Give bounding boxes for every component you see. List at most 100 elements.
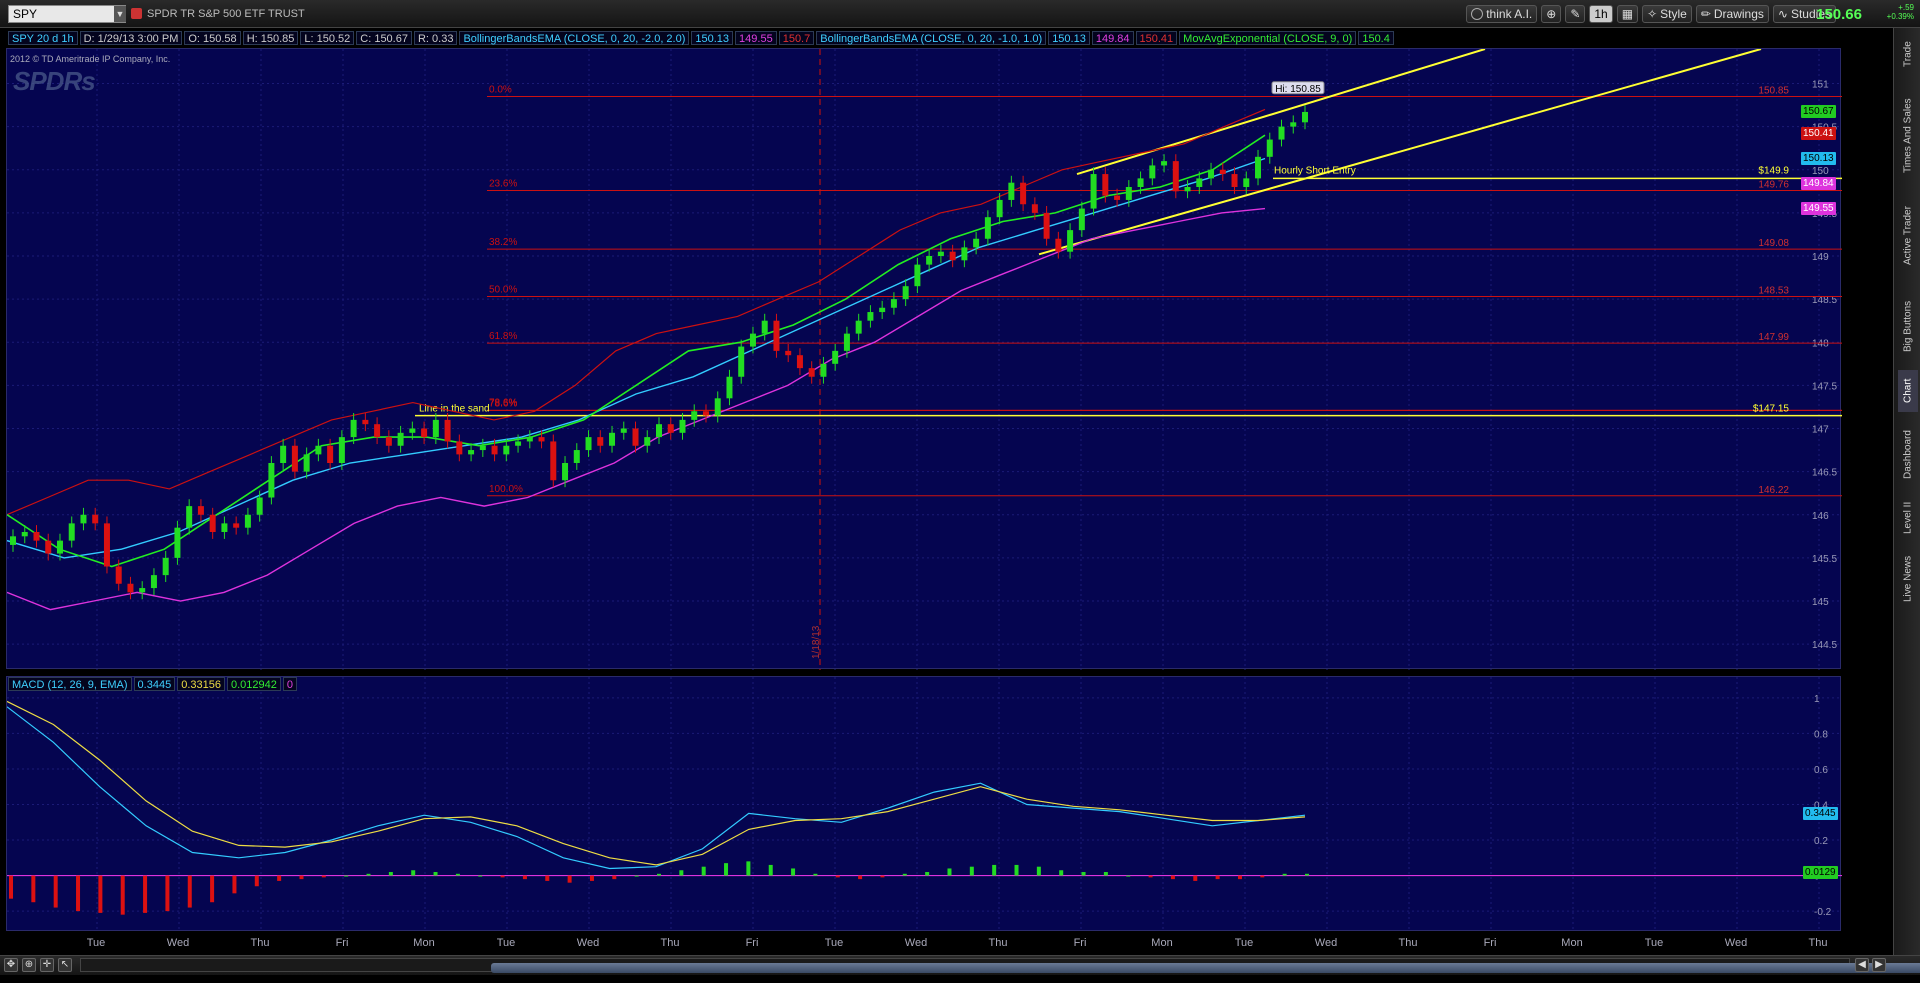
fib-level-label: 23.6%: [489, 178, 517, 189]
candle-body: [632, 428, 639, 446]
candle-body: [362, 419, 369, 425]
crosshair-icon[interactable]: ✛: [40, 958, 54, 972]
macd-histogram-bar: [701, 866, 706, 876]
price-chart[interactable]: 144.5 145 145.5 146 146.5 147 147.5 148 148.5 149…: [7, 49, 1842, 670]
y-tick-label: 147: [1812, 425, 1829, 436]
fib-price-label: 149.08: [1758, 238, 1789, 249]
think-ai-button[interactable]: think A.I.: [1466, 5, 1538, 23]
candle-body: [1278, 126, 1285, 140]
fib-level-label: 100.0%: [489, 484, 523, 495]
candle-body: [538, 437, 545, 442]
y-tick-label: 147.5: [1812, 381, 1837, 392]
x-day-label: Fri: [1074, 937, 1087, 949]
macd-histogram-bar: [1193, 875, 1198, 881]
macd-histogram-bar: [31, 875, 36, 903]
macd-histogram-bar: [567, 875, 572, 883]
macd-histogram-bar: [768, 864, 773, 876]
candle-body: [409, 428, 416, 433]
tab-trade[interactable]: Trade: [1898, 34, 1918, 74]
macd-histogram-bar: [210, 875, 215, 903]
settings-tool-button[interactable]: ✎: [1565, 5, 1586, 23]
candle-body: [385, 437, 392, 446]
right-side-tabs: Trade Times And Sales Active Trader Big …: [1893, 28, 1920, 955]
crosshair-tool-button[interactable]: ⊕: [1541, 5, 1562, 23]
macd-histogram-bar: [433, 872, 438, 876]
pan-tool-icon[interactable]: ✥: [4, 958, 18, 972]
candle-body: [1231, 174, 1238, 187]
tab-live-news[interactable]: Live News: [1898, 548, 1918, 610]
bb2-study-label[interactable]: BollingerBandsEMA (CLOSE, 0, 20, -1.0, 1…: [816, 31, 1047, 45]
x-day-label: Fri: [1484, 937, 1497, 949]
macd-study-label[interactable]: MACD (12, 26, 9, EMA): [8, 677, 132, 691]
scroll-thumb[interactable]: [491, 963, 1920, 973]
x-day-label: Mon: [1151, 937, 1172, 949]
candle-body: [902, 286, 909, 300]
candle-body: [197, 506, 204, 515]
macd-histogram-bar: [53, 875, 58, 908]
price-chart-panel[interactable]: 144.5 145 145.5 146 146.5 147 147.5 148 148.5 149…: [6, 48, 1842, 670]
tab-big-buttons[interactable]: Big Buttons: [1898, 286, 1918, 366]
macd-histogram-bar: [232, 875, 237, 894]
tab-level-ii[interactable]: Level II: [1898, 492, 1918, 544]
tab-chart[interactable]: Chart: [1898, 370, 1918, 412]
bar-range: R: 0.33: [413, 31, 458, 45]
candle-body: [1125, 187, 1132, 200]
candle-body: [949, 251, 956, 261]
macd-histogram-bar: [1014, 864, 1019, 876]
pointer-icon[interactable]: ↖: [58, 958, 72, 972]
studies-icon: ∿: [1777, 7, 1788, 21]
macd-histogram-bar: [724, 863, 729, 876]
macd-y-tick: -0.2: [1814, 907, 1832, 918]
symbol-settings-icon[interactable]: [131, 8, 142, 19]
tab-times-and-sales[interactable]: Times And Sales: [1898, 86, 1918, 186]
horizontal-scrollbar[interactable]: [80, 958, 1920, 973]
candle-body: [103, 523, 110, 567]
ema-study-label[interactable]: MovAvgExponential (CLOSE, 9, 0): [1179, 31, 1357, 45]
bottom-toolbar: ✥ ⊕ ✛ ↖ ◀ ▶: [0, 955, 1920, 975]
price-axis-tag: 150.67: [1801, 104, 1836, 118]
drawings-button[interactable]: ✏ Drawings: [1695, 5, 1769, 23]
high-label: Hi: 150.85: [1275, 84, 1321, 95]
candle-body: [327, 445, 334, 463]
scroll-left-icon[interactable]: ◀: [1855, 958, 1869, 972]
macd-histogram-bar: [858, 875, 863, 880]
period-label[interactable]: SPY 20 d 1h: [8, 31, 78, 45]
tab-dashboard[interactable]: Dashboard: [1898, 421, 1918, 489]
x-day-label: Fri: [336, 937, 349, 949]
candle-body: [1055, 238, 1062, 252]
y-tick-label: 151: [1812, 80, 1829, 91]
macd-panel[interactable]: -0.200.20.40.60.81 0.34450.0129: [6, 676, 1842, 932]
scroll-right-icon[interactable]: ▶: [1872, 958, 1886, 972]
macd-histogram-bar: [1103, 872, 1108, 876]
candle-body: [468, 450, 475, 455]
tab-active-trader[interactable]: Active Trader: [1898, 190, 1918, 282]
macd-histogram-bar: [1126, 875, 1131, 877]
bb1-study-label[interactable]: BollingerBandsEMA (CLOSE, 0, 20, -2.0, 2…: [459, 31, 690, 45]
macd-histogram-bar: [969, 866, 974, 876]
bb-mid-line: [7, 157, 1266, 559]
drawings-label: Drawings: [1713, 7, 1764, 21]
zoom-tool-icon[interactable]: ⊕: [22, 958, 36, 972]
fib-price-label: 148.53: [1758, 286, 1789, 297]
candle-body: [1302, 111, 1308, 123]
hourly-short-price: $149.9: [1758, 165, 1789, 176]
candle-body: [879, 307, 886, 313]
macd-chart-svg: -0.200.20.40.60.81: [7, 677, 1842, 932]
candle-body: [21, 532, 28, 537]
line-in-sand-price: $147.15: [1753, 404, 1790, 415]
style-button[interactable]: ✧ Style: [1642, 5, 1692, 23]
timeframe-button[interactable]: 1h: [1589, 5, 1613, 23]
grid-icon-button[interactable]: ▦: [1616, 5, 1639, 23]
candle-body: [926, 256, 933, 265]
candle-body: [33, 532, 40, 541]
candle-body: [1196, 178, 1203, 187]
candle-body: [726, 376, 733, 399]
symbol-dropdown-icon[interactable]: ▼: [114, 6, 126, 22]
candle-body: [1243, 178, 1250, 187]
x-day-label: Thu: [661, 937, 680, 949]
x-day-label: Wed: [905, 937, 927, 949]
symbol-input[interactable]: SPY: [8, 5, 126, 23]
macd-value-line: [7, 706, 1306, 870]
candle-body: [1020, 182, 1027, 205]
candle-body: [890, 299, 897, 308]
